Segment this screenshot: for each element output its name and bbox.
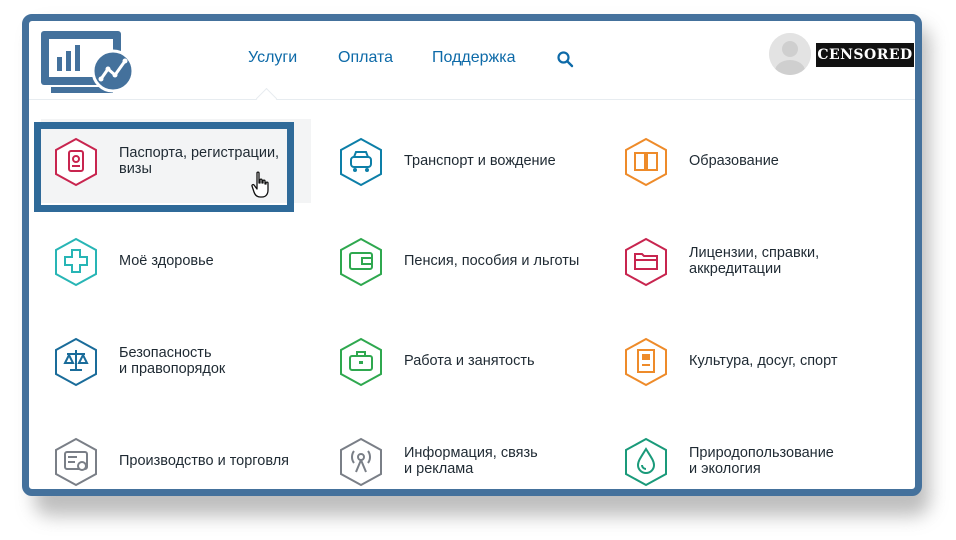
search-icon[interactable] (556, 50, 574, 68)
wallet-icon (340, 237, 382, 287)
censored-username: CENSORED (816, 43, 914, 67)
service-category-tile[interactable]: Производство и торговля (41, 419, 311, 489)
nav-support[interactable]: Поддержка (432, 49, 515, 67)
category-label: Моё здоровье (119, 253, 214, 269)
water-drop-icon (625, 437, 667, 487)
service-category-tile[interactable]: Работа и занятость (326, 319, 596, 403)
category-label: Безопасность и правопорядок (119, 345, 226, 377)
category-label: Образование (689, 153, 779, 169)
category-label: Культура, досуг, спорт (689, 353, 838, 369)
service-category-tile[interactable]: Культура, досуг, спорт (611, 319, 881, 403)
nav-payment[interactable]: Оплата (338, 49, 393, 67)
site-header: Услуги Оплата Поддержка CENSORED (29, 21, 915, 100)
book-icon (625, 137, 667, 187)
antenna-icon (340, 437, 382, 487)
browser-window: Услуги Оплата Поддержка CENSORED Паспорт… (22, 14, 922, 496)
passport-icon (55, 137, 97, 187)
service-category-tile[interactable]: Информация, связь и реклама (326, 419, 596, 489)
car-icon (340, 137, 382, 187)
theater-icon (625, 337, 667, 387)
service-category-tile[interactable]: Природопользование и экология (611, 419, 881, 489)
service-category-tile[interactable]: Образование (611, 119, 881, 203)
certificate-icon (55, 437, 97, 487)
service-category-tile[interactable]: Моё здоровье (41, 219, 311, 303)
site-logo[interactable] (35, 27, 139, 97)
category-label: Пенсия, пособия и льготы (404, 253, 580, 269)
category-label: Природопользование и экология (689, 445, 834, 477)
service-category-tile[interactable]: Безопасность и правопорядок (41, 319, 311, 403)
service-category-tile[interactable]: Пенсия, пособия и льготы (326, 219, 596, 303)
category-label: Паспорта, регистрации, визы (119, 145, 280, 177)
category-label: Работа и занятость (404, 353, 535, 369)
hand-pointer-icon (251, 171, 269, 198)
nav-services[interactable]: Услуги (248, 49, 297, 67)
category-label: Лицензии, справки, аккредитации (689, 245, 820, 277)
folder-icon (625, 237, 667, 287)
medical-cross-icon (55, 237, 97, 287)
user-avatar-icon[interactable] (769, 33, 811, 75)
category-label: Информация, связь и реклама (404, 445, 538, 477)
briefcase-icon (340, 337, 382, 387)
service-category-tile[interactable]: Транспорт и вождение (326, 119, 596, 203)
category-label: Производство и торговля (119, 453, 290, 469)
category-label: Транспорт и вождение (404, 153, 556, 169)
scales-icon (55, 337, 97, 387)
service-category-tile[interactable]: Лицензии, справки, аккредитации (611, 219, 881, 303)
